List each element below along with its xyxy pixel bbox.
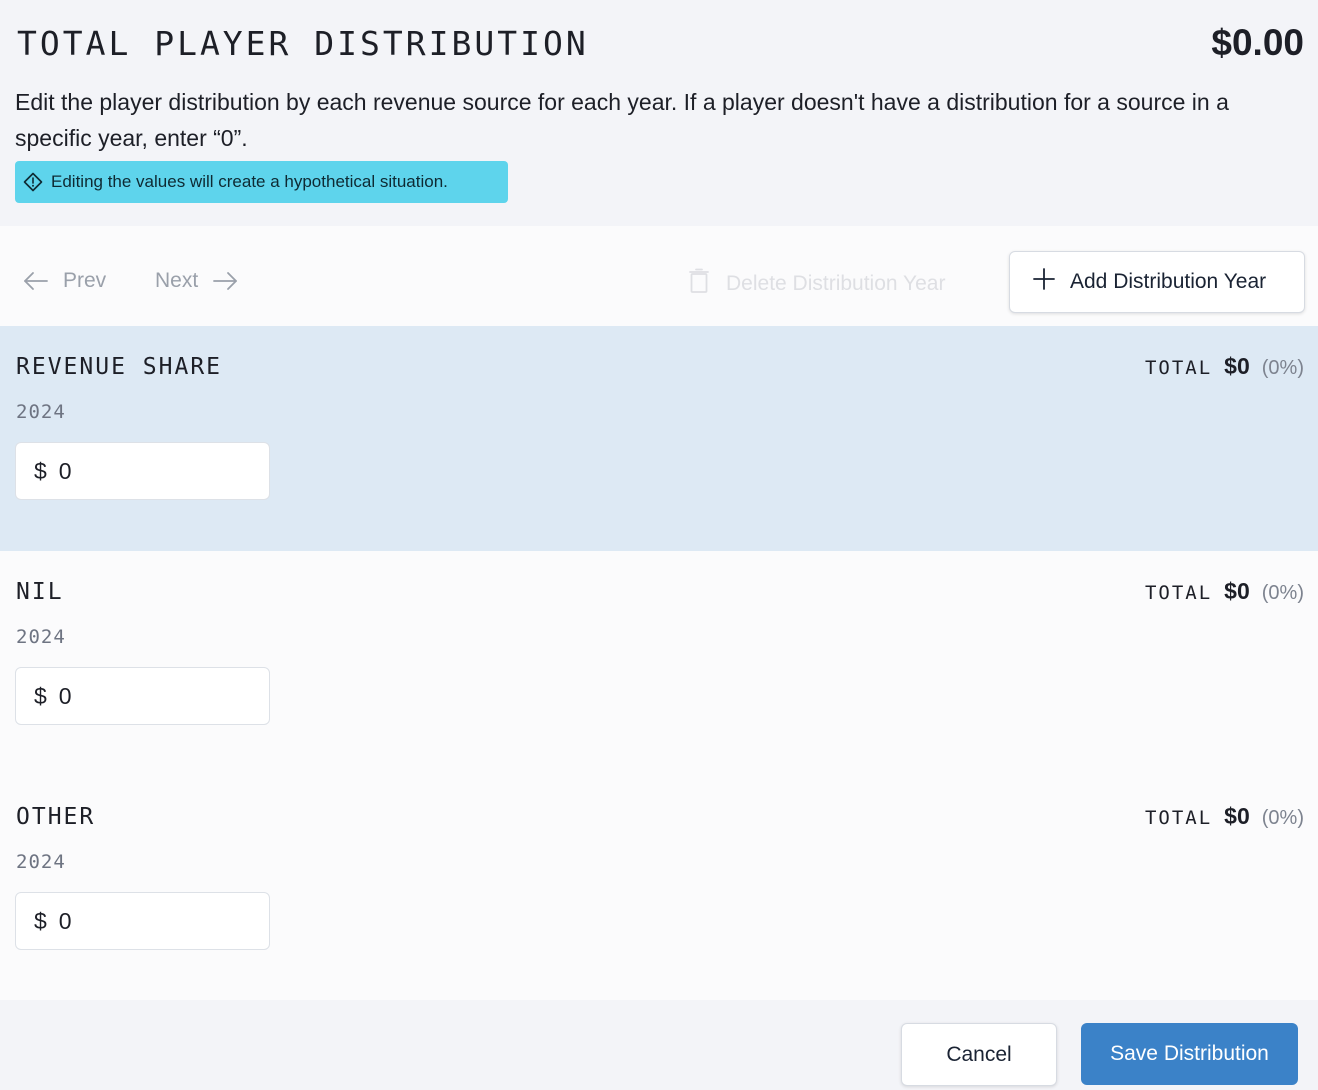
total-label: TOTAL xyxy=(1144,807,1213,829)
next-button[interactable]: Next xyxy=(155,269,238,293)
distribution-header: TOTAL PLAYER DISTRIBUTION $0.00 Edit the… xyxy=(0,0,1318,226)
nil-section: NIL TOTAL $0 (0%) 2024 $ xyxy=(0,551,1318,776)
add-distribution-year-button[interactable]: Add Distribution Year xyxy=(1009,251,1305,313)
add-label: Add Distribution Year xyxy=(1070,270,1267,293)
revenue-share-amount-field[interactable]: $ xyxy=(15,442,270,500)
section-total: TOTAL $0 (0%) xyxy=(1145,353,1304,380)
year-label: 2024 xyxy=(16,851,66,873)
page-title: TOTAL PLAYER DISTRIBUTION xyxy=(17,24,589,63)
next-label: Next xyxy=(155,269,199,292)
total-percent: (0%) xyxy=(1261,807,1304,829)
nil-amount-field[interactable]: $ xyxy=(15,667,270,725)
currency-symbol: $ xyxy=(34,457,47,484)
trash-icon xyxy=(688,268,710,300)
arrow-left-icon xyxy=(23,271,49,291)
section-title: OTHER xyxy=(16,804,96,830)
other-amount-field[interactable]: $ xyxy=(15,892,270,950)
delete-distribution-year-button[interactable]: Delete Distribution Year xyxy=(688,268,945,300)
cancel-button[interactable]: Cancel xyxy=(901,1023,1057,1086)
section-total: TOTAL $0 (0%) xyxy=(1145,803,1304,830)
save-distribution-button[interactable]: Save Distribution xyxy=(1081,1023,1298,1085)
total-percent: (0%) xyxy=(1261,582,1304,604)
arrow-right-icon xyxy=(212,271,238,291)
revenue-share-section: REVENUE SHARE TOTAL $0 (0%) 2024 $ xyxy=(0,326,1318,551)
year-label: 2024 xyxy=(16,401,66,423)
section-total: TOTAL $0 (0%) xyxy=(1145,578,1304,605)
prev-label: Prev xyxy=(63,269,107,292)
total-value: $0 xyxy=(1224,353,1250,379)
total-percent: (0%) xyxy=(1261,357,1304,379)
total-label: TOTAL xyxy=(1144,357,1213,379)
total-label: TOTAL xyxy=(1144,582,1213,604)
section-title: NIL xyxy=(16,579,64,605)
total-value: $0 xyxy=(1224,803,1250,829)
year-label: 2024 xyxy=(16,626,66,648)
nil-amount-input[interactable] xyxy=(58,682,239,710)
other-amount-input[interactable] xyxy=(58,907,239,935)
other-section: OTHER TOTAL $0 (0%) 2024 $ xyxy=(0,776,1318,1001)
alert-diamond-icon xyxy=(23,172,43,192)
currency-symbol: $ xyxy=(34,907,47,934)
hypothetical-warning-banner: Editing the values will create a hypothe… xyxy=(15,161,508,203)
total-distribution-amount: $0.00 xyxy=(1211,22,1304,63)
total-value: $0 xyxy=(1224,578,1250,604)
delete-label: Delete Distribution Year xyxy=(726,272,946,295)
currency-symbol: $ xyxy=(34,682,47,709)
prev-button[interactable]: Prev xyxy=(23,269,106,293)
revenue-share-amount-input[interactable] xyxy=(58,457,239,485)
plus-icon xyxy=(1032,267,1056,297)
dialog-footer: Cancel Save Distribution xyxy=(0,1000,1318,1090)
instructions-text: Edit the player distribution by each rev… xyxy=(15,89,1229,151)
section-title: REVENUE SHARE xyxy=(16,354,223,380)
warning-text: Editing the values will create a hypothe… xyxy=(51,172,448,191)
year-toolbar: Prev Next Delete Distribution Year Add D… xyxy=(0,226,1318,326)
